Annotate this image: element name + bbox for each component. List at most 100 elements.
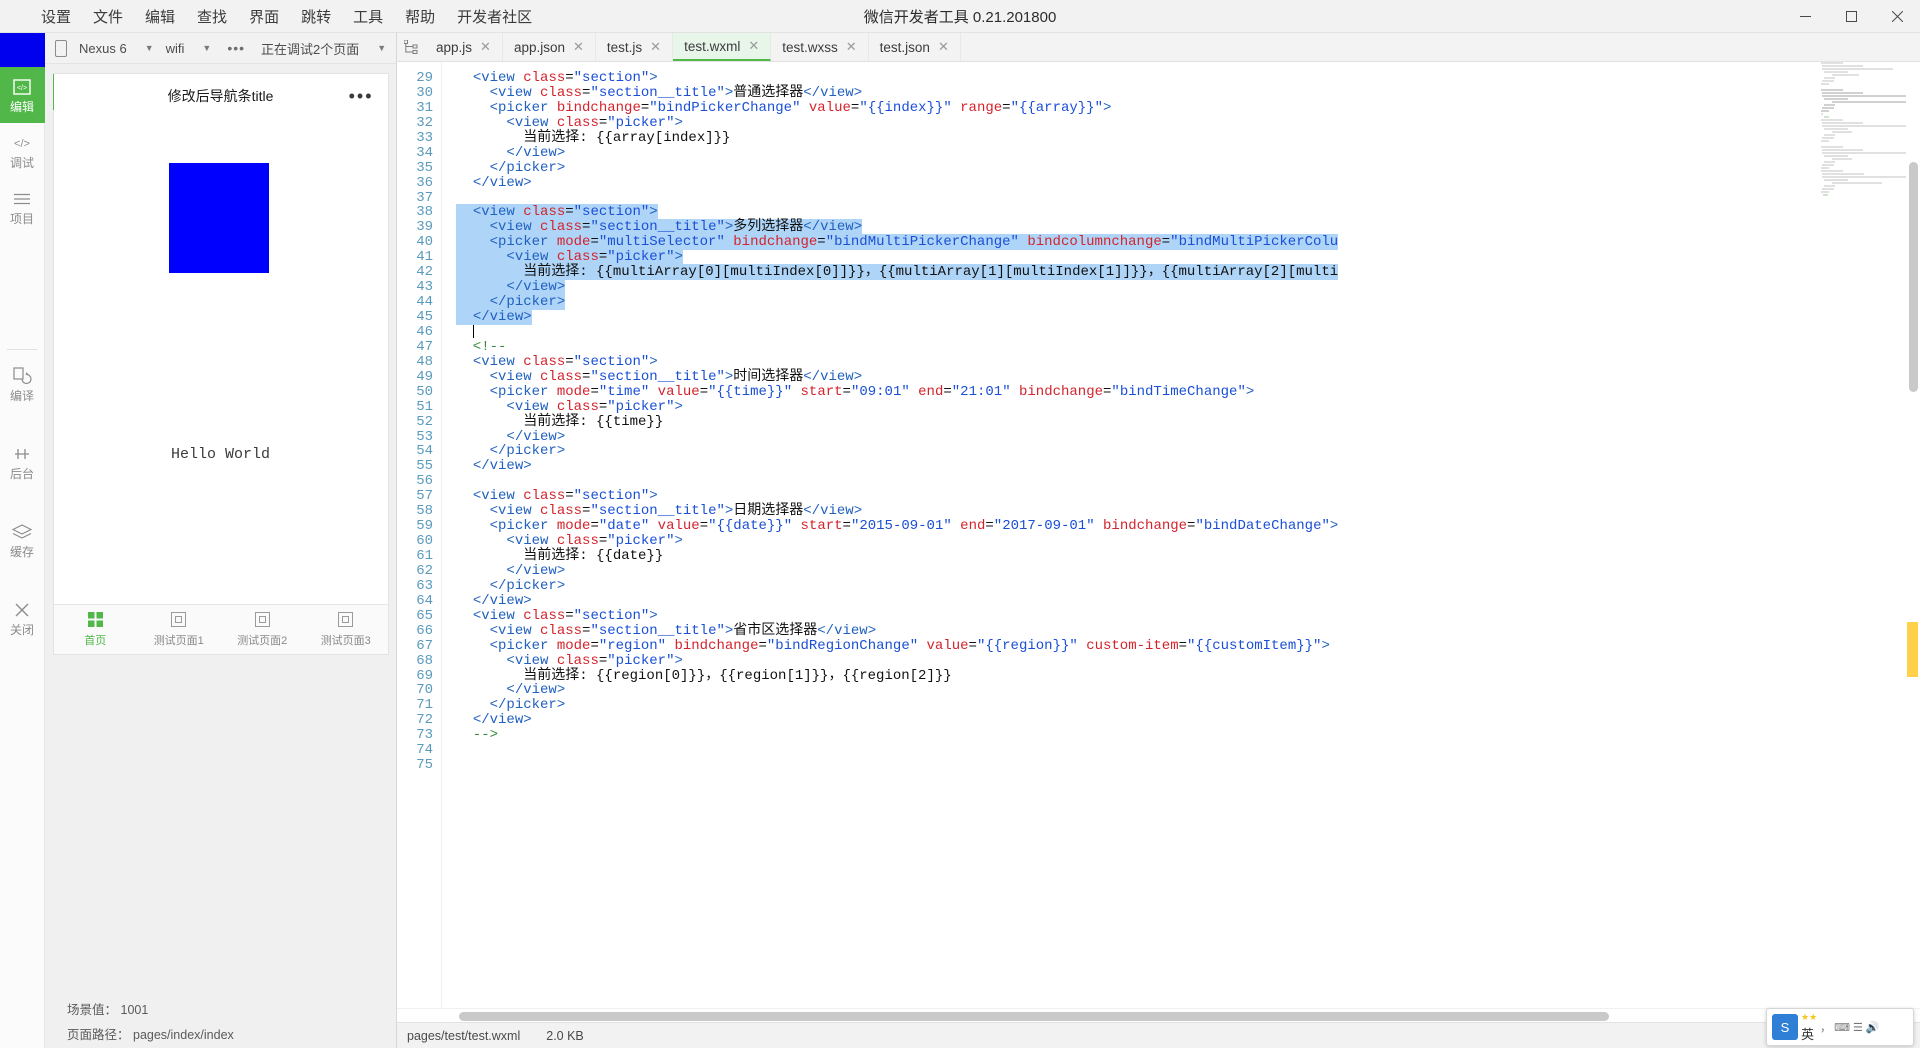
close-icon-test-wxml[interactable]: ✕ — [748, 38, 759, 54]
editor-tab-test-js[interactable]: test.js ✕ — [595, 33, 674, 61]
code-line[interactable] — [456, 325, 1920, 340]
code-line[interactable]: <view class="section__title">普通选择器</view… — [456, 85, 1920, 101]
device-selector[interactable]: Nexus 6 ▼ — [73, 39, 160, 58]
maximize-button[interactable] — [1828, 0, 1874, 33]
code-line[interactable]: </view> — [456, 145, 1920, 161]
code-content[interactable]: <view class="section"> <view class="sect… — [442, 62, 1920, 1008]
menu-item-find[interactable]: 查找 — [186, 2, 238, 31]
editor-tab-app-json[interactable]: app.json ✕ — [502, 33, 596, 61]
minimize-button[interactable] — [1782, 0, 1828, 33]
code-line[interactable]: <view class="section__title">多列选择器</view… — [456, 219, 1920, 236]
phone-tab-test1[interactable]: 测试页面1 — [137, 605, 221, 654]
code-line[interactable]: 当前选择: {{array[index]}} — [456, 130, 1920, 146]
editor-area[interactable]: 29 30 31 32 33 34 35 36 37 38 39 40 41 42 43 44 45 46 47 48… — [397, 62, 1920, 1008]
code-line[interactable]: <view class="picker"> — [456, 399, 1920, 415]
code-line[interactable]: <view class="picker"> — [456, 115, 1920, 131]
simulator-more-button[interactable]: ••• — [217, 40, 255, 56]
code-line[interactable]: 当前选择: {{time}} — [456, 414, 1920, 430]
horizontal-scrollbar-thumb[interactable] — [459, 1012, 1609, 1021]
code-line[interactable] — [456, 758, 1920, 773]
code-line[interactable]: </picker> — [456, 294, 1920, 311]
code-line[interactable]: <view class="picker"> — [456, 249, 1920, 266]
code-line[interactable]: <view class="section"> — [456, 608, 1920, 624]
code-line[interactable] — [456, 743, 1920, 758]
code-line[interactable]: <view class="picker"> — [456, 534, 1920, 549]
code-line[interactable]: <picker mode="multiSelector" bindchange=… — [456, 234, 1920, 251]
code-line[interactable]: <picker mode="region" bindchange="bindRe… — [456, 638, 1920, 654]
phone-tab-label-test3: 测试页面3 — [320, 634, 371, 647]
ime-language-toggle[interactable]: 英 — [1801, 1024, 1814, 1043]
close-icon-test-json[interactable]: ✕ — [938, 39, 949, 55]
code-line[interactable]: </view> — [456, 713, 1920, 728]
editor-tab-test-wxml[interactable]: test.wxml ✕ — [673, 33, 772, 61]
code-line[interactable]: </view> — [456, 429, 1920, 445]
ime-tools-icon[interactable]: ⌨ — [1834, 1021, 1850, 1034]
code-line[interactable]: <view class="section"> — [456, 71, 1920, 86]
code-line[interactable]: </picker> — [456, 444, 1920, 459]
vertical-scrollbar-thumb[interactable] — [1909, 162, 1918, 392]
network-selector[interactable]: wifi ▼ — [160, 39, 218, 58]
menu-item-file[interactable]: 文件 — [82, 2, 134, 31]
code-line[interactable]: <!-- — [456, 339, 1920, 355]
capsule-more-icon[interactable]: ••• — [349, 86, 374, 107]
horizontal-scrollbar[interactable] — [397, 1008, 1920, 1022]
code-line[interactable]: <view class="section__title">省市区选择器</vie… — [456, 623, 1920, 639]
menu-item-settings[interactable]: 设置 — [30, 2, 82, 31]
code-line[interactable]: <view class="section"> — [456, 354, 1920, 370]
ime-widget[interactable]: S ★★ 英 ， ⌨ ☰ 🔊 — [1766, 1008, 1914, 1046]
code-line[interactable]: <picker mode="date" value="{{date}}" sta… — [456, 519, 1920, 534]
code-line[interactable]: 当前选择: {{multiArray[0][multiIndex[0]]}}，{… — [456, 264, 1920, 281]
code-line[interactable]: <view class="section__title">时间选择器</view… — [456, 369, 1920, 385]
rail-item-debug[interactable]: </> 调试 — [0, 123, 45, 179]
rail-item-cache[interactable]: 缓存 — [0, 512, 45, 568]
rail-item-background[interactable]: 后台 — [0, 434, 45, 490]
phone-icon[interactable] — [49, 36, 73, 60]
rail-item-close[interactable]: 关闭 — [0, 590, 45, 646]
close-icon-app-json[interactable]: ✕ — [573, 39, 584, 55]
code-line[interactable] — [456, 191, 1920, 206]
phone-tab-home[interactable]: 首页 — [54, 605, 138, 654]
editor-tab-test-json[interactable]: test.json ✕ — [868, 33, 961, 61]
editor-tab-app-js[interactable]: app.js ✕ — [425, 33, 503, 61]
ime-punctuation-button[interactable]: ， — [1820, 1019, 1831, 1035]
debug-status[interactable]: 正在调试2个页面 ▼ — [255, 37, 392, 60]
file-tree-icon[interactable] — [397, 33, 425, 61]
code-line[interactable]: </view> — [456, 279, 1920, 296]
rail-item-project[interactable]: 项目 — [0, 179, 45, 235]
code-line[interactable]: </view> — [456, 593, 1920, 609]
code-line[interactable]: </picker> — [456, 698, 1920, 713]
menu-item-goto[interactable]: 跳转 — [290, 2, 342, 31]
code-line[interactable]: </picker> — [456, 160, 1920, 176]
code-line[interactable]: </view> — [456, 683, 1920, 698]
code-line[interactable]: </view> — [456, 309, 1920, 325]
phone-tab-test3[interactable]: 测试页面3 — [304, 605, 388, 654]
menu-item-interface[interactable]: 界面 — [238, 2, 290, 31]
code-line[interactable]: </picker> — [456, 578, 1920, 594]
code-line[interactable]: <view class="section"> — [456, 489, 1920, 504]
menu-item-edit[interactable]: 编辑 — [134, 2, 186, 31]
code-line[interactable]: 当前选择: {{date}} — [456, 549, 1920, 564]
code-line[interactable]: --> — [456, 728, 1920, 743]
editor-tab-test-wxss[interactable]: test.wxss ✕ — [771, 33, 869, 61]
code-line[interactable] — [456, 474, 1920, 489]
rail-item-compile[interactable]: 编译 — [0, 356, 45, 412]
phone-tab-test2[interactable]: 测试页面2 — [221, 605, 305, 654]
close-icon-app-js[interactable]: ✕ — [480, 39, 491, 55]
ime-menu-icon[interactable]: ☰ — [1853, 1021, 1863, 1034]
code-line[interactable]: <view class="section__title">日期选择器</view… — [456, 504, 1920, 519]
close-icon-test-wxss[interactable]: ✕ — [846, 39, 857, 55]
code-line[interactable]: </view> — [456, 563, 1920, 579]
code-line[interactable]: <view class="picker"> — [456, 653, 1920, 669]
close-icon-test-js[interactable]: ✕ — [650, 39, 661, 55]
code-line[interactable]: </view> — [456, 175, 1920, 191]
code-line[interactable]: <picker mode="time" value="{{time}}" sta… — [456, 384, 1920, 400]
code-line[interactable]: </view> — [456, 459, 1920, 474]
menu-item-tools[interactable]: 工具 — [342, 2, 394, 31]
code-line[interactable]: <picker bindchange="bindPickerChange" va… — [456, 100, 1920, 116]
ime-sound-icon[interactable]: 🔊 — [1866, 1021, 1880, 1034]
menu-item-help[interactable]: 帮助 — [394, 2, 446, 31]
code-line[interactable]: 当前选择: {{region[0]}}，{{region[1]}}，{{regi… — [456, 668, 1920, 684]
close-button[interactable] — [1874, 0, 1920, 33]
rail-item-edit[interactable]: </> 编辑 — [0, 67, 45, 123]
menu-item-community[interactable]: 开发者社区 — [446, 2, 543, 31]
